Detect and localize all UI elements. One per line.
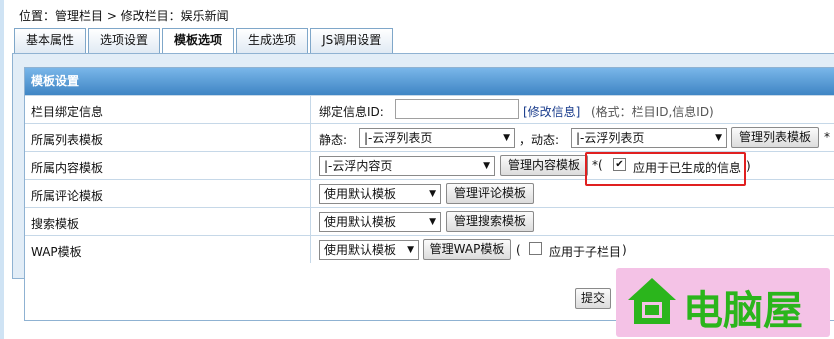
row-bind-info: 栏目绑定信息 绑定信息ID: [修改信息] (格式：栏目ID,信息ID) bbox=[25, 95, 834, 123]
chevron-down-icon: ▼ bbox=[483, 161, 490, 171]
format-hint: (格式：栏目ID,信息ID) bbox=[591, 105, 714, 119]
chevron-down-icon: ▼ bbox=[429, 189, 436, 199]
chevron-down-icon: ▼ bbox=[407, 245, 414, 255]
row-label: 所属列表模板 bbox=[31, 133, 104, 147]
open-paren: ( bbox=[516, 243, 521, 257]
close-paren: ) bbox=[622, 243, 627, 257]
bind-id-label: 绑定信息ID: bbox=[319, 105, 384, 119]
column-divider bbox=[310, 152, 311, 179]
select-value: |-云浮列表页 bbox=[364, 131, 433, 145]
row-label: 搜索模板 bbox=[31, 217, 80, 231]
column-divider bbox=[310, 124, 311, 151]
static-label: 静态: bbox=[319, 133, 348, 147]
column-divider bbox=[310, 236, 311, 263]
column-divider bbox=[310, 96, 311, 123]
apply-subcolumn-label: 应用于子栏目 bbox=[549, 245, 622, 259]
manage-list-template-button[interactable]: 管理列表模板 bbox=[731, 127, 819, 148]
manage-search-template-button[interactable]: 管理搜索模板 bbox=[446, 211, 534, 232]
tab-option-settings[interactable]: 选项设置 bbox=[88, 28, 161, 54]
select-value: 使用默认模板 bbox=[324, 243, 397, 257]
column-divider bbox=[310, 180, 311, 207]
manage-content-template-button[interactable]: 管理内容模板 bbox=[500, 155, 588, 176]
row-label: 所属评论模板 bbox=[31, 189, 104, 203]
watermark: 电脑屋 bbox=[616, 268, 830, 337]
checkbox-icon[interactable] bbox=[529, 242, 542, 255]
wap-template-select[interactable]: 使用默认模板 ▼ bbox=[319, 240, 419, 260]
tab-generate-options[interactable]: 生成选项 bbox=[236, 28, 309, 54]
row-label: 所属内容模板 bbox=[31, 161, 104, 175]
section-title: 模板设置 bbox=[25, 68, 834, 95]
row-search-template: 搜索模板 使用默认模板 ▼ 管理搜索模板 bbox=[25, 207, 834, 235]
manage-wap-template-button[interactable]: 管理WAP模板 bbox=[423, 239, 511, 260]
manage-comment-template-button[interactable]: 管理评论模板 bbox=[446, 183, 534, 204]
close-paren: ) bbox=[746, 159, 751, 173]
left-edge-strip bbox=[0, 0, 4, 339]
chevron-down-icon: ▼ bbox=[503, 133, 510, 143]
required-star: * bbox=[824, 130, 830, 144]
submit-button[interactable]: 提交 bbox=[575, 288, 611, 309]
tab-basic-properties[interactable]: 基本属性 bbox=[14, 28, 87, 54]
breadcrumb: 位置：管理栏目 > 修改栏目：娱乐新闻 bbox=[19, 9, 229, 23]
chevron-down-icon: ▼ bbox=[429, 217, 436, 227]
dynamic-label: ，动态: bbox=[519, 133, 560, 147]
row-label: WAP模板 bbox=[31, 245, 82, 259]
select-value: 使用默认模板 bbox=[324, 187, 397, 201]
row-list-template: 所属列表模板 静态: |-云浮列表页 ▼ ，动态: |-云浮列表页 ▼ 管理列表… bbox=[25, 123, 834, 151]
search-template-select[interactable]: 使用默认模板 ▼ bbox=[319, 212, 441, 232]
tab-js-settings[interactable]: JS调用设置 bbox=[310, 28, 394, 54]
select-value: |-云浮列表页 bbox=[576, 131, 645, 145]
house-logo-icon bbox=[628, 278, 676, 324]
comment-template-select[interactable]: 使用默认模板 ▼ bbox=[319, 184, 441, 204]
content-template-select[interactable]: |-云浮内容页 ▼ bbox=[319, 156, 495, 176]
chevron-down-icon: ▼ bbox=[715, 133, 722, 143]
static-list-template-select[interactable]: |-云浮列表页 ▼ bbox=[359, 128, 515, 148]
select-value: 使用默认模板 bbox=[324, 215, 397, 229]
row-label: 栏目绑定信息 bbox=[31, 105, 104, 119]
tab-template-options[interactable]: 模板选项 bbox=[162, 28, 235, 55]
watermark-text: 电脑屋 bbox=[683, 287, 803, 334]
highlight-box bbox=[585, 152, 746, 186]
dynamic-list-template-select[interactable]: |-云浮列表页 ▼ bbox=[571, 128, 727, 148]
modify-info-link[interactable]: [修改信息] bbox=[523, 103, 580, 120]
bind-id-input[interactable] bbox=[395, 99, 519, 119]
tab-bar: 基本属性 选项设置 模板选项 生成选项 JS调用设置 bbox=[14, 28, 395, 55]
column-divider bbox=[310, 208, 311, 235]
row-wap-template: WAP模板 使用默认模板 ▼ 管理WAP模板 ( 应用于子栏目 ) bbox=[25, 235, 834, 263]
select-value: |-云浮内容页 bbox=[324, 159, 393, 173]
